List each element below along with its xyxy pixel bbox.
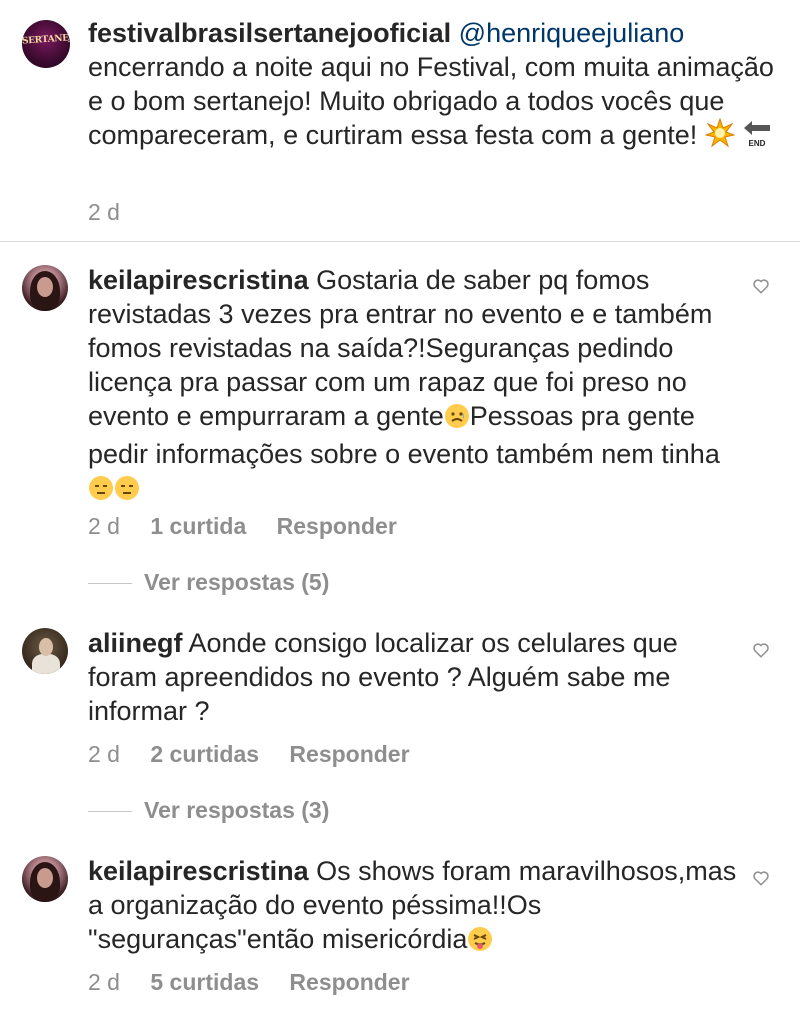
comment-meta: 2 d 1 curtida Responder xyxy=(88,512,421,540)
caption-meta: 2 d xyxy=(88,198,144,226)
reply-button[interactable]: Responder xyxy=(289,969,409,995)
avatar[interactable] xyxy=(22,265,68,311)
comment-username[interactable]: keilapirescristina xyxy=(88,265,309,295)
caption-username[interactable]: festivalbrasilsertanejooficial xyxy=(88,18,451,48)
comment-time: 2 d xyxy=(88,741,120,767)
caption-time: 2 d xyxy=(88,199,120,225)
svg-text:END: END xyxy=(749,139,766,148)
heart-icon[interactable] xyxy=(752,869,770,887)
comment-username[interactable]: keilapirescristina xyxy=(88,856,309,886)
heart-icon[interactable] xyxy=(752,641,770,659)
comment-text: keilapirescristina Gostaria de saber pq … xyxy=(88,263,738,509)
comment-time: 2 d xyxy=(88,969,120,995)
likes-count[interactable]: 2 curtidas xyxy=(150,741,259,767)
likes-count[interactable]: 1 curtida xyxy=(150,513,246,539)
sparkle-burst-icon xyxy=(704,117,736,156)
heart-icon[interactable] xyxy=(752,277,770,295)
caption-body: encerrando a noite aqui no Festival, com… xyxy=(88,52,774,150)
caption-avatar[interactable]: SERTANEJO xyxy=(22,20,70,68)
comment-text: aliinegf Aonde consigo localizar os celu… xyxy=(88,626,738,728)
view-replies-button[interactable]: Ver respostas (3) xyxy=(144,797,329,824)
expressionless-face-icon xyxy=(114,475,140,509)
view-replies-button[interactable]: Ver respostas (5) xyxy=(144,569,329,596)
comment-username[interactable]: aliinegf xyxy=(88,628,183,658)
tongue-face-icon xyxy=(467,926,493,960)
avatar[interactable] xyxy=(22,856,68,902)
reply-button[interactable]: Responder xyxy=(277,513,397,539)
expressionless-face-icon xyxy=(88,475,114,509)
avatar[interactable] xyxy=(22,628,68,674)
comment-meta: 2 d 5 curtidas Responder xyxy=(88,968,434,996)
replies-line xyxy=(88,583,132,584)
reply-button[interactable]: Responder xyxy=(289,741,409,767)
divider xyxy=(0,241,800,242)
avatar-logo-text: SERTANEJO xyxy=(22,32,70,47)
caption-text: festivalbrasilsertanejooficial @henrique… xyxy=(88,16,778,156)
sad-face-icon xyxy=(444,403,470,437)
comment-text: keilapirescristina Os shows foram maravi… xyxy=(88,854,738,960)
caption-mention[interactable]: @henriqueejuliano xyxy=(459,18,685,48)
likes-count[interactable]: 5 curtidas xyxy=(150,969,259,995)
comment-meta: 2 d 2 curtidas Responder xyxy=(88,740,434,768)
end-arrow-icon: END xyxy=(742,118,772,156)
replies-line xyxy=(88,811,132,812)
comment-time: 2 d xyxy=(88,513,120,539)
